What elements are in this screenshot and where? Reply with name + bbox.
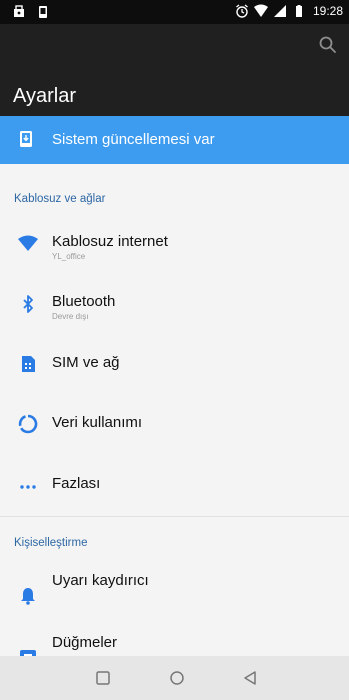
system-update-banner[interactable]: Sistem güncellemesi var [0, 116, 349, 164]
status-bar: 19:28 [0, 0, 349, 24]
banner-label: Sistem güncellemesi var [52, 131, 215, 148]
sim-card-icon [22, 356, 35, 372]
search-icon[interactable] [317, 34, 339, 56]
item-title: Bluetooth [52, 293, 116, 310]
item-subtitle: YL_office [52, 252, 86, 261]
section-divider [0, 516, 349, 517]
item-title: Düğmeler [52, 634, 118, 651]
item-title: Fazlası [52, 475, 101, 492]
status-left-icons [12, 5, 50, 19]
battery-icon [295, 5, 302, 17]
item-title: Kablosuz internet [52, 233, 168, 250]
bluetooth-icon [23, 295, 33, 313]
wifi-icon [18, 235, 38, 251]
wifi-icon [253, 4, 268, 17]
settings-item-bluetooth[interactable]: Bluetooth Devre dışı [0, 274, 349, 334]
system-update-icon [20, 131, 32, 147]
store-notification-icon [14, 5, 24, 17]
item-title: Uyarı kaydırıcı [52, 572, 149, 589]
navigation-bar [0, 656, 349, 700]
settings-item-sim[interactable]: SIM ve ağ [0, 334, 349, 394]
signal-icon [273, 5, 286, 17]
home-icon[interactable] [167, 668, 187, 688]
more-icon [20, 485, 36, 489]
settings-item-data-usage[interactable]: Veri kullanımı [0, 394, 349, 454]
settings-item-more[interactable]: Fazlası [0, 455, 349, 515]
status-right-icons: 19:28 [235, 4, 343, 18]
settings-item-alert-slider[interactable]: Uyarı kaydırıcı [0, 560, 349, 620]
back-icon[interactable] [240, 668, 260, 688]
item-title: SIM ve ağ [52, 354, 120, 371]
notification-bell-icon [21, 588, 35, 605]
item-title: Veri kullanımı [52, 414, 143, 431]
section-header-personalization: Kişiselleştirme [14, 537, 88, 549]
download-notification-icon [39, 6, 47, 18]
app-bar: Ayarlar [0, 24, 349, 116]
item-subtitle: Devre dışı [52, 312, 89, 321]
section-header-wireless: Kablosuz ve ağlar [14, 193, 106, 205]
recents-icon[interactable] [93, 668, 113, 688]
alarm-icon [236, 4, 248, 18]
settings-item-wifi[interactable]: Kablosuz internet YL_office [0, 214, 349, 274]
clock: 19:28 [312, 4, 343, 18]
page-title: Ayarlar [13, 85, 76, 107]
data-usage-icon [18, 414, 38, 434]
